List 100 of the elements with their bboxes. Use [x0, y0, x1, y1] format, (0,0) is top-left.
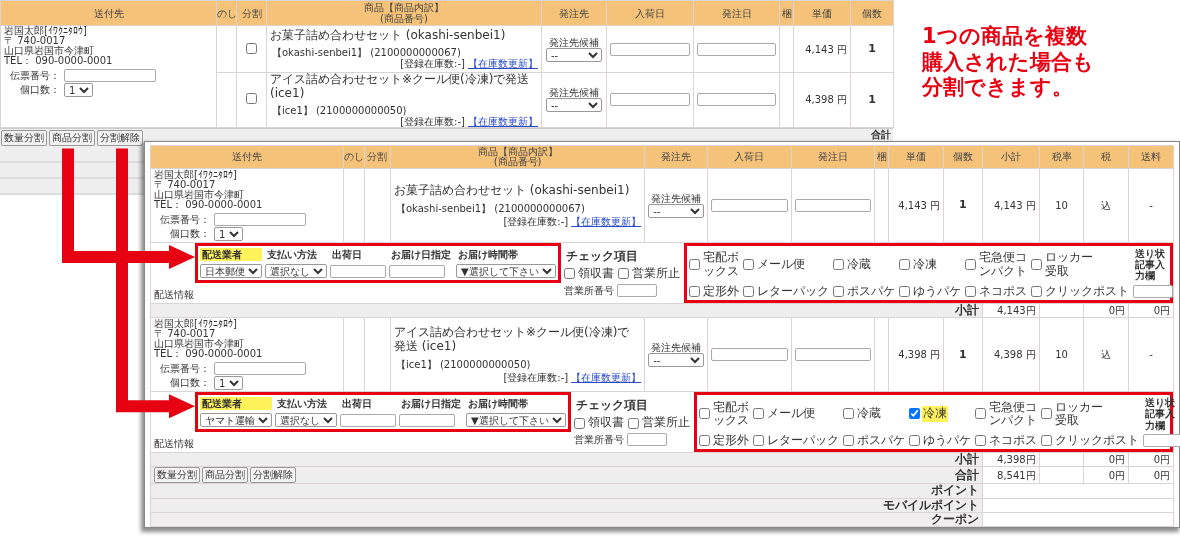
- column-header: 税: [1083, 145, 1129, 169]
- checkbox[interactable]: [618, 268, 629, 280]
- checkbox[interactable]: [1041, 408, 1052, 420]
- option-label: 冷凍: [912, 257, 938, 273]
- pieces-dropdown[interactable]: 1: [64, 83, 93, 97]
- checkbox[interactable]: [833, 259, 844, 271]
- stock-update-link[interactable]: 【在庫数更新】: [571, 372, 642, 384]
- arrival-date-field[interactable]: [610, 93, 690, 107]
- quantity: 1: [850, 25, 894, 73]
- office-number-field[interactable]: [617, 283, 657, 297]
- supplier-dropdown[interactable]: --: [648, 204, 705, 218]
- supplier-dropdown[interactable]: --: [546, 47, 602, 62]
- quantity: 1: [943, 317, 983, 392]
- arrival-date-field[interactable]: [711, 348, 788, 362]
- checkbox[interactable]: [843, 434, 854, 446]
- split-checkbox[interactable]: [245, 42, 257, 54]
- field-label: 出荷日: [331, 248, 363, 261]
- pieces-label: 個口数：: [19, 85, 60, 95]
- pieces-dropdown[interactable]: 1: [214, 376, 243, 391]
- arrival-date-field[interactable]: [610, 42, 690, 56]
- office-number-field[interactable]: [627, 432, 667, 446]
- column-header: 送料: [1128, 145, 1174, 169]
- order-date-field[interactable]: [697, 42, 776, 56]
- date-field[interactable]: [340, 413, 396, 427]
- checkbox[interactable]: [689, 285, 700, 297]
- shipping-dropdown[interactable]: 選択なし: [265, 264, 327, 278]
- date-field[interactable]: [330, 264, 386, 278]
- option-label: ネコポス: [978, 283, 1028, 299]
- checkbox[interactable]: [833, 285, 844, 297]
- checkbox[interactable]: [743, 259, 754, 271]
- office-number-label: 営業所番号: [564, 284, 614, 296]
- stock-update-link[interactable]: 【在庫数更新】: [468, 115, 538, 127]
- summary-value: 0円: [1128, 303, 1174, 318]
- split-action-button[interactable]: 数量分割: [154, 467, 200, 484]
- checkbox[interactable]: [965, 259, 976, 271]
- shipping-dropdown[interactable]: ヤマト運輸: [200, 413, 272, 428]
- checkbox[interactable]: [1041, 434, 1052, 446]
- slip-number-field[interactable]: [214, 213, 306, 226]
- phone-number: TEL： 090-0000-0001: [4, 56, 113, 66]
- pieces-dropdown[interactable]: 1: [214, 227, 243, 241]
- supplier-dropdown[interactable]: --: [648, 353, 705, 368]
- option-label: 冷凍: [922, 406, 948, 422]
- supplier-label: 発注先候補: [651, 342, 702, 354]
- split-checkbox[interactable]: [245, 93, 257, 105]
- date-field[interactable]: [399, 413, 455, 427]
- order-date-field[interactable]: [794, 199, 871, 212]
- checkbox[interactable]: [753, 434, 764, 446]
- checkbox[interactable]: [909, 434, 920, 446]
- checkbox[interactable]: [699, 434, 710, 446]
- order-date-field[interactable]: [697, 93, 776, 107]
- checkbox[interactable]: [909, 408, 920, 420]
- field-label: 支払い方法: [276, 397, 328, 411]
- checkbox[interactable]: [628, 417, 639, 429]
- order-date-field[interactable]: [794, 348, 871, 362]
- stock-update-link[interactable]: 【在庫数更新】: [468, 57, 538, 69]
- note-field[interactable]: [1143, 433, 1180, 447]
- tax-rate: 10: [1039, 168, 1084, 243]
- split-action-button[interactable]: 数量分割: [1, 129, 47, 146]
- split-action-button[interactable]: 商品分割: [202, 467, 248, 484]
- option-label: 定形外: [702, 283, 740, 299]
- checkbox[interactable]: [965, 285, 976, 297]
- date-field[interactable]: [389, 264, 445, 278]
- column-header: 発注日: [693, 0, 780, 26]
- shipping-dropdown[interactable]: 選択なし: [275, 413, 337, 428]
- shipping-dropdown[interactable]: ▼選択して下さい: [466, 413, 566, 428]
- slip-number-field[interactable]: [64, 69, 156, 82]
- checkbox[interactable]: [753, 408, 764, 420]
- office-number-label: 営業所番号: [574, 433, 624, 445]
- column-header: 商品【商品内訳】 (商品番号): [266, 0, 542, 26]
- arrival-date-field[interactable]: [711, 199, 788, 212]
- shipping-dropdown[interactable]: ▼選択して下さい: [456, 264, 556, 278]
- split-action-button[interactable]: 分割解除: [250, 467, 296, 484]
- checkbox[interactable]: [574, 417, 585, 429]
- column-header: 分割: [364, 145, 391, 169]
- checkbox[interactable]: [975, 408, 986, 420]
- recipient-name: 岩国太郎[ｲﾜｸﾆﾀﾛｳ]: [154, 170, 237, 180]
- checkbox[interactable]: [899, 259, 910, 271]
- checkbox[interactable]: [689, 259, 700, 271]
- split-action-button[interactable]: 商品分割: [49, 129, 95, 146]
- checkbox[interactable]: [1031, 259, 1042, 271]
- option-label: ネコポス: [988, 432, 1038, 449]
- checkbox[interactable]: [564, 268, 575, 280]
- checkbox[interactable]: [843, 408, 854, 420]
- option-label: 領収書: [587, 415, 625, 431]
- phone-number: TEL： 090-0000-0001: [154, 200, 263, 210]
- recipient-name: 岩国太郎[ｲﾜｸﾆﾀﾛｳ]: [154, 319, 237, 330]
- postal-code: 〒 740-0017: [4, 36, 66, 46]
- supplier-dropdown[interactable]: --: [546, 98, 602, 113]
- checkbox[interactable]: [975, 434, 986, 446]
- slip-number-field[interactable]: [214, 362, 306, 376]
- stock-update-link[interactable]: 【在庫数更新】: [571, 216, 642, 228]
- checkbox[interactable]: [899, 285, 910, 297]
- line-subtotal: 4,143 円: [982, 168, 1040, 243]
- summary-label: 小計: [954, 303, 979, 317]
- checkbox[interactable]: [743, 285, 754, 297]
- checkbox[interactable]: [1031, 285, 1042, 297]
- split-action-button[interactable]: 分割解除: [97, 129, 143, 146]
- checkbox[interactable]: [699, 408, 710, 420]
- shipping-dropdown[interactable]: 日本郵便: [200, 264, 262, 278]
- note-field[interactable]: [1133, 284, 1173, 298]
